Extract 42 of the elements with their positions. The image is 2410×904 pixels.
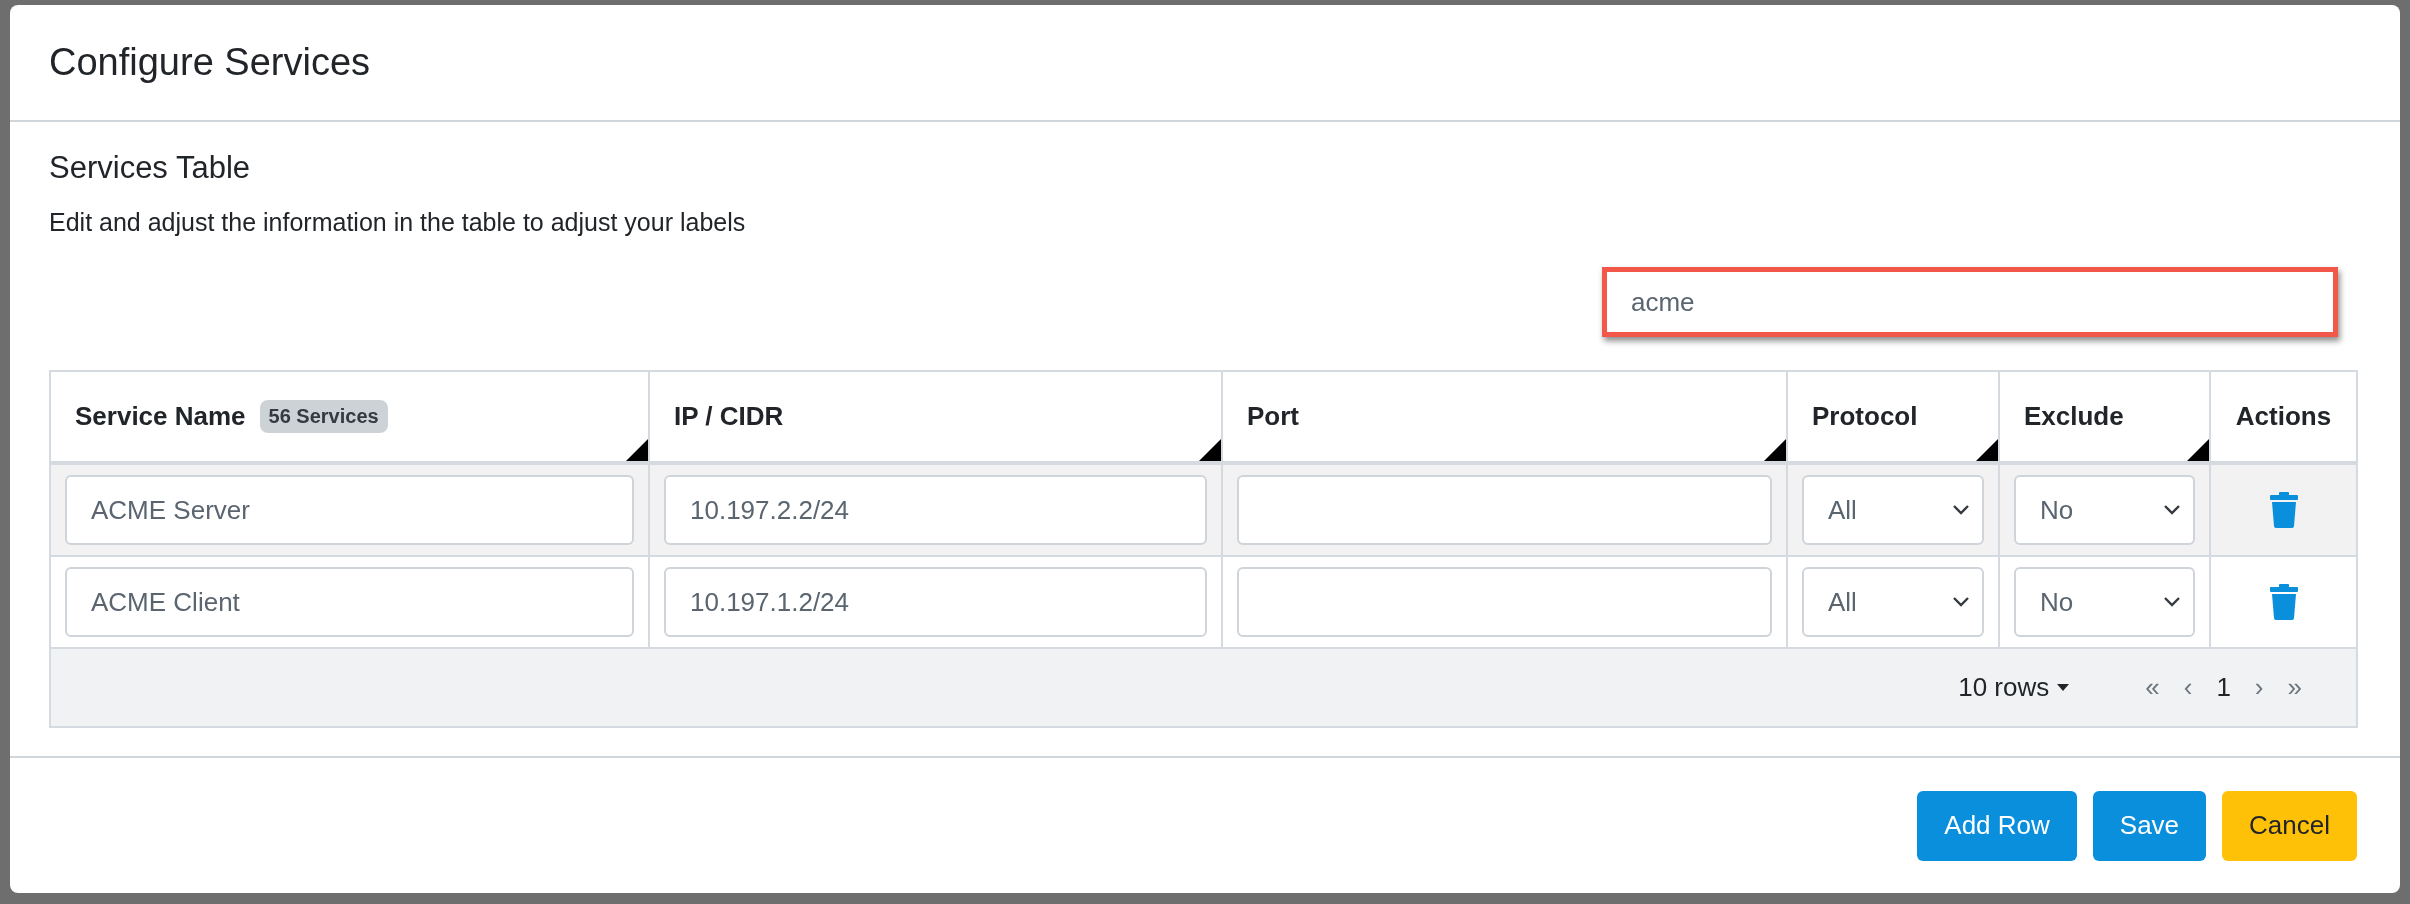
dialog-button[interactable]: Cancel [2222,790,2357,861]
column-header: Service Name [75,401,246,432]
resize-handle-icon[interactable] [1199,439,1221,461]
resize-handle-icon[interactable] [1976,439,1998,461]
trash-icon[interactable] [2269,584,2298,620]
count-badge: 56 Services [259,400,388,433]
dropdown-select[interactable]: All [1802,567,1984,637]
dialog-button[interactable]: Save [2092,790,2207,861]
previous-page-link[interactable]: ‹ [2177,672,2199,703]
table-input-field[interactable] [1237,567,1772,637]
column-header: Actions [2235,401,2332,432]
dropdown-select[interactable]: All [1802,475,1984,545]
first-page-link[interactable]: « [2139,672,2166,703]
last-page-link[interactable]: » [2281,672,2308,703]
dropdown-select[interactable]: No [2014,567,2195,637]
column-header: IP / CIDR [674,401,784,432]
table-input-field[interactable]: ACME Server [65,475,634,545]
trash-icon[interactable] [2269,492,2298,528]
dialog-title: Configure Services [49,41,371,84]
table-input-field[interactable]: 10.197.1.2/24 [664,567,1207,637]
page-number[interactable]: 1 [2210,672,2237,703]
page-size-dropdown[interactable]: 10 rows [1952,672,2076,703]
chevron-down-icon [1952,596,1970,608]
dialog-button[interactable]: Add Row [1917,790,2077,861]
table-input-field[interactable] [1237,475,1772,545]
chevron-down-icon [2163,596,2181,608]
resize-handle-icon[interactable] [626,439,648,461]
table-input-field[interactable]: ACME Client [65,567,634,637]
resize-handle-icon[interactable] [2187,439,2209,461]
column-header: Protocol [1812,401,1918,432]
search-field[interactable]: acme [1602,267,2338,337]
column-header: Exclude [2024,401,2124,432]
chevron-down-icon [2163,504,2181,516]
table-input-field[interactable]: 10.197.2.2/24 [664,475,1207,545]
column-header: Port [1247,401,1299,432]
dropdown-select[interactable]: No [2014,475,2195,545]
chevron-down-icon [1952,504,1970,516]
resize-handle-icon[interactable] [1764,439,1786,461]
section-description: Edit and adjust the information in the table to adjust your labels [49,208,747,237]
next-page-link[interactable]: › [2248,672,2270,703]
caret-down-icon [2057,684,2070,691]
section-title: Services Table [49,150,252,186]
